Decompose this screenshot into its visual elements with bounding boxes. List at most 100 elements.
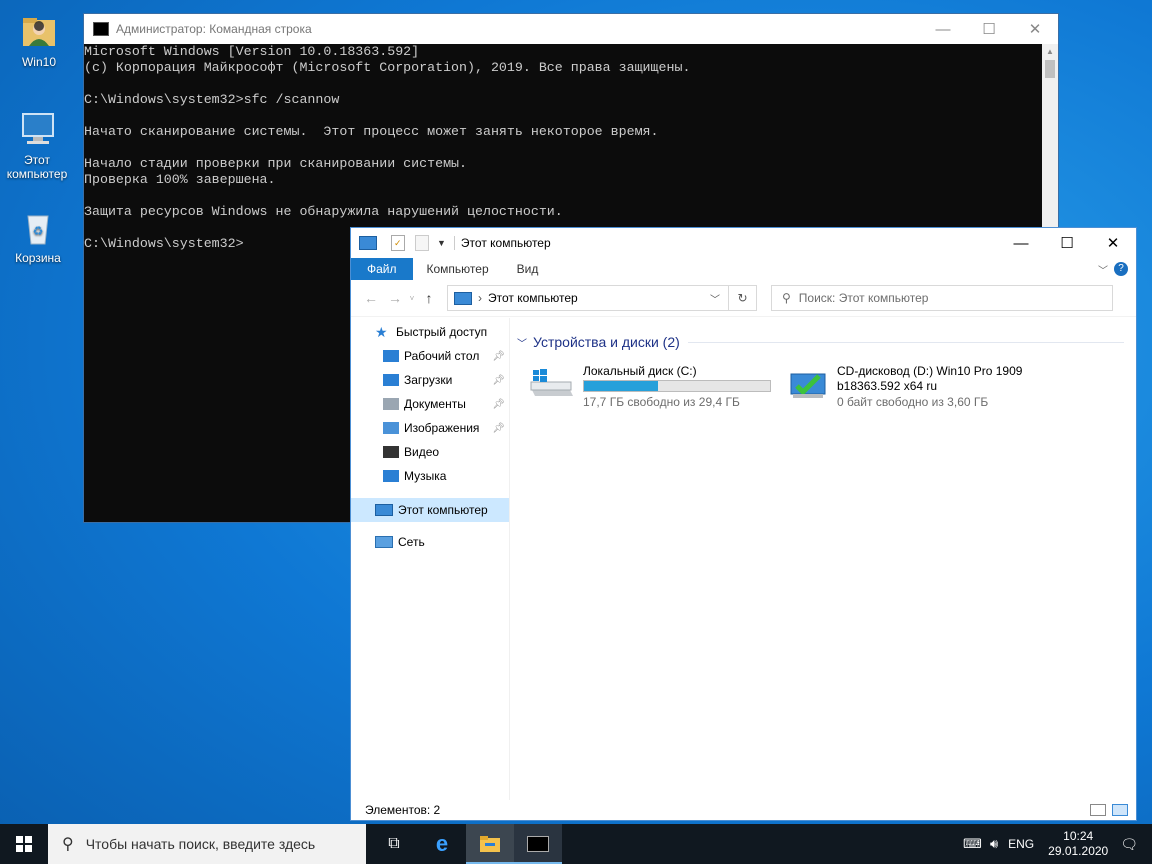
nav-this-pc[interactable]: Этот компьютер bbox=[351, 498, 509, 522]
minimize-button[interactable]: — bbox=[998, 228, 1044, 258]
properties-qa-icon[interactable]: ✓ bbox=[391, 235, 405, 251]
details-view-icon[interactable] bbox=[1090, 804, 1106, 816]
scroll-up-icon[interactable]: ▲ bbox=[1042, 44, 1058, 60]
clock-time: 10:24 bbox=[1063, 829, 1094, 843]
group-header[interactable]: ﹀ Устройства и диски (2) bbox=[517, 334, 1124, 350]
breadcrumb[interactable]: Этот компьютер bbox=[488, 291, 710, 305]
drive-free-text: 0 байт свободно из 3,60 ГБ bbox=[837, 395, 989, 409]
refresh-button[interactable]: ↻ bbox=[729, 285, 757, 311]
desktop-icon-this-pc[interactable]: Этот компьютер bbox=[0, 110, 74, 181]
start-button[interactable] bbox=[0, 824, 48, 864]
address-bar[interactable]: › Этот компьютер ﹀ bbox=[447, 285, 729, 311]
nav-quick-item[interactable]: Документы 📌︎ bbox=[351, 392, 509, 416]
drive-c[interactable]: Локальный диск (C:) 17,7 ГБ свободно из … bbox=[529, 360, 771, 410]
cmd-taskbar-button[interactable] bbox=[514, 824, 562, 864]
computer-icon bbox=[375, 504, 393, 516]
search-input[interactable]: ⚲ Поиск: Этот компьютер bbox=[771, 285, 1113, 311]
nav-quick-access[interactable]: ★ Быстрый доступ bbox=[351, 320, 509, 344]
breadcrumb-chevron-icon[interactable]: › bbox=[478, 291, 482, 305]
explorer-titlebar[interactable]: ✓ ▼ Этот компьютер — ☐ ✕ bbox=[351, 228, 1136, 258]
nav-label: Этот компьютер bbox=[398, 503, 488, 517]
nav-quick-item[interactable]: Рабочий стол 📌︎ bbox=[351, 344, 509, 368]
pictures-icon bbox=[383, 422, 399, 434]
up-icon[interactable]: ↑ bbox=[417, 290, 441, 306]
new-folder-qa-icon[interactable] bbox=[415, 235, 429, 251]
nav-quick-item[interactable]: Изображения 📌︎ bbox=[351, 416, 509, 440]
back-icon[interactable]: ← bbox=[359, 290, 383, 306]
ribbon-expand-icon[interactable]: ﹀ bbox=[1092, 262, 1114, 277]
maximize-button[interactable]: ☐ bbox=[966, 14, 1012, 44]
drive-d[interactable]: CD-дисковод (D:) Win10 Pro 1909 b18363.5… bbox=[789, 360, 1049, 410]
tab-file[interactable]: Файл bbox=[351, 258, 413, 280]
star-icon: ★ bbox=[375, 324, 388, 340]
this-pc-small-icon bbox=[454, 291, 472, 305]
drive-free-text: 17,7 ГБ свободно из 29,4 ГБ bbox=[583, 395, 740, 409]
cmd-app-icon bbox=[93, 22, 109, 36]
drive-usage-bar bbox=[583, 380, 771, 392]
edge-button[interactable]: e bbox=[418, 824, 466, 864]
cmd-line: Защита ресурсов Windows не обнаружила на… bbox=[84, 204, 563, 219]
desktop-icon-label: Корзина bbox=[15, 251, 61, 265]
pin-icon[interactable]: 📌︎ bbox=[492, 423, 505, 434]
nav-quick-item[interactable]: Музыка bbox=[351, 464, 509, 488]
pin-icon[interactable]: 📌︎ bbox=[492, 351, 505, 362]
clock[interactable]: 10:24 29.01.2020 bbox=[1048, 829, 1108, 859]
search-icon: ⚲ bbox=[782, 291, 791, 305]
minimize-button[interactable]: — bbox=[920, 14, 966, 44]
cmd-line: Начало стадии проверки при сканировании … bbox=[84, 156, 468, 171]
navigation-pane: ★ Быстрый доступ Рабочий стол 📌︎ Загрузки 📌… bbox=[351, 318, 510, 800]
explorer-title: Этот компьютер bbox=[460, 236, 551, 250]
documents-icon bbox=[383, 398, 399, 410]
cmd-title: Администратор: Командная строка bbox=[116, 22, 312, 36]
help-icon[interactable]: ? bbox=[1114, 262, 1128, 276]
close-button[interactable]: ✕ bbox=[1090, 228, 1136, 258]
tab-computer[interactable]: Компьютер bbox=[413, 258, 503, 280]
large-icons-view-icon[interactable] bbox=[1112, 804, 1128, 816]
local-disk-icon bbox=[529, 368, 575, 400]
forward-icon[interactable]: → bbox=[383, 290, 407, 306]
content-pane: ﹀ Устройства и диски (2) Локальный диск … bbox=[511, 318, 1136, 800]
task-view-button[interactable]: ⧉ bbox=[370, 824, 418, 864]
qa-dropdown-icon[interactable]: ▼ bbox=[437, 238, 446, 248]
address-dropdown-icon[interactable]: ﹀ bbox=[710, 291, 720, 306]
svg-text:♻: ♻ bbox=[33, 224, 44, 238]
status-count: Элементов: 2 bbox=[365, 803, 441, 817]
pin-icon[interactable]: 📌︎ bbox=[492, 399, 505, 410]
cmd-line: Microsoft Windows [Version 10.0.18363.59… bbox=[84, 44, 420, 59]
maximize-button[interactable]: ☐ bbox=[1044, 228, 1090, 258]
tab-view[interactable]: Вид bbox=[503, 258, 553, 280]
notifications-icon[interactable]: 🗨︎ bbox=[1120, 836, 1138, 853]
taskbar-search[interactable]: ⚲ Чтобы начать поиск, введите здесь bbox=[48, 824, 366, 864]
cmd-icon bbox=[527, 836, 549, 852]
music-icon bbox=[383, 470, 399, 482]
desktop-icon-label: Этот компьютер bbox=[6, 153, 68, 181]
nav-label: Видео bbox=[404, 445, 440, 459]
nav-label: Рабочий стол bbox=[404, 349, 480, 363]
cd-drive-icon bbox=[789, 368, 827, 400]
cmd-titlebar[interactable]: Администратор: Командная строка — ☐ ✕ bbox=[84, 14, 1058, 44]
nav-network[interactable]: Сеть bbox=[351, 530, 509, 554]
scroll-thumb[interactable] bbox=[1045, 60, 1055, 78]
desktop-icon-recycle-bin[interactable]: ♻ Корзина bbox=[1, 208, 75, 265]
volume-icon[interactable]: 🔊︎ bbox=[990, 836, 998, 852]
desktop-icon-win10[interactable]: Win10 bbox=[2, 12, 76, 69]
cmd-line bbox=[84, 76, 1042, 92]
taskbar-search-placeholder: Чтобы начать поиск, введите здесь bbox=[85, 836, 316, 852]
explorer-window[interactable]: ✓ ▼ Этот компьютер — ☐ ✕ Файл Компьютер … bbox=[350, 227, 1137, 821]
address-row: ← → ˅ ↑ › Этот компьютер ﹀ ↻ ⚲ Поиск: Эт… bbox=[351, 280, 1136, 317]
pin-icon[interactable]: 📌︎ bbox=[492, 375, 505, 386]
nav-quick-item[interactable]: Загрузки 📌︎ bbox=[351, 368, 509, 392]
group-title: Устройства и диски (2) bbox=[533, 334, 680, 350]
search-placeholder: Поиск: Этот компьютер bbox=[798, 291, 929, 305]
language-indicator[interactable]: ENG bbox=[1008, 837, 1034, 851]
network-tray-icon[interactable]: ⌨ bbox=[963, 836, 982, 852]
close-button[interactable]: ✕ bbox=[1012, 14, 1058, 44]
explorer-taskbar-button[interactable] bbox=[466, 824, 514, 864]
nav-label: Музыка bbox=[404, 469, 447, 483]
nav-quick-item[interactable]: Видео bbox=[351, 440, 509, 464]
nav-label: Сеть bbox=[398, 535, 425, 549]
chevron-down-icon: ﹀ bbox=[517, 338, 527, 350]
videos-icon bbox=[383, 446, 399, 458]
dropdown-recent-icon[interactable]: ˅ bbox=[407, 294, 417, 303]
windows-logo-icon bbox=[16, 836, 32, 852]
